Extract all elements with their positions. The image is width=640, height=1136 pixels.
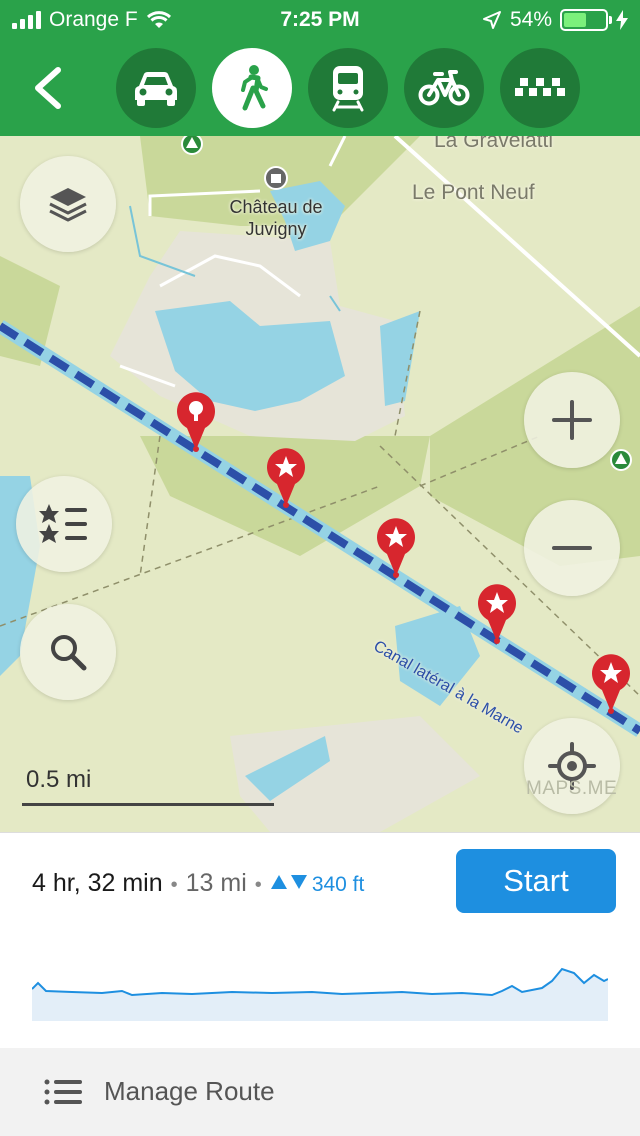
elevation-profile[interactable] xyxy=(32,961,608,1021)
route-duration: 4 hr, 32 min xyxy=(32,869,163,897)
route-summary: 4 hr, 32 min • 13 mi • 340 ft xyxy=(32,869,364,898)
map-pin-star[interactable] xyxy=(375,518,417,578)
bicycle-icon xyxy=(418,70,470,106)
mode-bike-button[interactable] xyxy=(404,48,484,128)
zoom-in-button[interactable] xyxy=(524,372,620,468)
map-pin-star[interactable] xyxy=(590,654,632,714)
back-button[interactable] xyxy=(22,60,72,116)
car-icon xyxy=(135,72,177,106)
layers-icon xyxy=(49,188,87,222)
list-icon xyxy=(44,1079,82,1105)
route-mode-bar xyxy=(0,40,640,136)
label-pont-neuf: Le Pont Neuf xyxy=(412,181,535,204)
route-panel: 4 hr, 32 min • 13 mi • 340 ft Start xyxy=(0,832,640,1048)
status-right: 54% xyxy=(482,8,628,32)
status-bar: Orange F 7:25 PM 54% xyxy=(0,0,640,40)
map-view[interactable]: Château de Juvigny La Gravelatti Le Pont… xyxy=(0,136,640,832)
bookmarks-button[interactable] xyxy=(16,476,112,572)
manage-route-bar[interactable]: Manage Route xyxy=(0,1048,640,1136)
chevron-left-icon xyxy=(35,67,61,109)
bookmarks-list-icon xyxy=(39,504,87,543)
separator-dot: • xyxy=(254,874,262,896)
map-pin-star[interactable] xyxy=(265,448,307,508)
separator-dot: • xyxy=(170,874,178,896)
elevation-value: 340 ft xyxy=(311,873,365,896)
location-arrow-icon xyxy=(482,11,501,29)
manage-route-label: Manage Route xyxy=(104,1076,275,1106)
maps-me-watermark: MAPS.ME xyxy=(526,778,618,799)
map-pin-star[interactable] xyxy=(476,584,518,644)
elevation-icon xyxy=(270,875,307,889)
top-navigation-bar: Orange F 7:25 PM 54% xyxy=(0,0,640,136)
mode-taxi-button[interactable] xyxy=(500,48,580,128)
route-elevation: 340 ft xyxy=(270,873,365,897)
map-scale: 0.5 mi xyxy=(22,762,274,808)
plus-icon xyxy=(552,400,592,440)
layers-button[interactable] xyxy=(20,156,116,252)
map-pin-tree[interactable] xyxy=(175,392,217,452)
battery-percent: 54% xyxy=(509,8,552,31)
search-icon xyxy=(51,635,87,671)
train-icon xyxy=(332,66,364,112)
start-button[interactable]: Start xyxy=(456,849,616,913)
charging-bolt-icon xyxy=(616,10,628,30)
search-button[interactable] xyxy=(20,604,116,700)
mode-car-button[interactable] xyxy=(116,48,196,128)
label-gravelatti: La Gravelatti xyxy=(434,136,554,152)
map-scale-label: 0.5 mi xyxy=(26,766,92,793)
zoom-out-button[interactable] xyxy=(524,500,620,596)
mode-transit-button[interactable] xyxy=(308,48,388,128)
map-scale-bar xyxy=(22,803,274,806)
route-distance: 13 mi xyxy=(185,869,247,897)
minus-icon xyxy=(552,546,592,550)
label-chateau: Château de Juvigny xyxy=(229,197,323,239)
pedestrian-icon xyxy=(241,65,268,111)
battery-icon xyxy=(560,9,612,31)
mode-walk-button[interactable] xyxy=(212,48,292,128)
taxi-icon xyxy=(515,78,565,96)
